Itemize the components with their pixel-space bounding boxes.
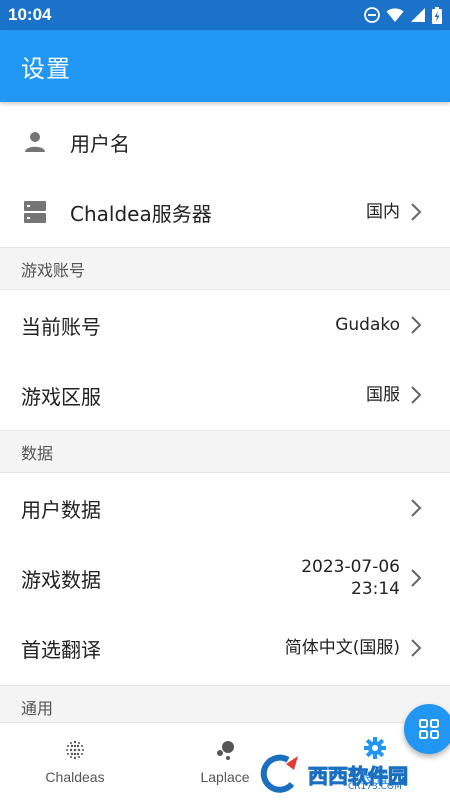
- user-data-row[interactable]: 用户数据: [0, 473, 450, 543]
- server-icon: [22, 199, 48, 225]
- person-icon: [22, 129, 48, 155]
- watermark-subtext: CR173.COM: [348, 782, 402, 792]
- status-icons: [364, 6, 442, 24]
- chevron-right-icon: [411, 386, 422, 404]
- preferred-translation-value: 简体中文(国服): [284, 638, 400, 658]
- app-bar: 设置: [0, 30, 450, 102]
- nav-label-laplace: Laplace: [200, 769, 250, 785]
- game-data-value: 2023-07-06 23:14: [301, 556, 400, 600]
- signal-icon: [411, 8, 425, 22]
- section-header-data: 数据: [0, 430, 450, 473]
- game-region-value: 国服: [366, 385, 400, 405]
- game-region-row[interactable]: 游戏区服 国服: [0, 360, 450, 430]
- server-label: Chaldea服务器: [70, 201, 212, 226]
- chevron-right-icon: [411, 569, 422, 587]
- grid-icon: [419, 719, 439, 739]
- chevron-right-icon: [411, 639, 422, 657]
- server-row[interactable]: Chaldea服务器 国内: [0, 177, 450, 247]
- server-value: 国内: [366, 202, 400, 222]
- do-not-disturb-icon: [364, 7, 380, 23]
- game-data-label: 游戏数据: [21, 567, 101, 592]
- battery-charging-icon: [432, 6, 442, 24]
- current-account-row[interactable]: 当前账号 Gudako: [0, 290, 450, 360]
- nav-item-chaldeas[interactable]: Chaldeas: [0, 723, 150, 800]
- wifi-icon: [386, 8, 404, 22]
- status-bar: 10:04: [0, 0, 450, 30]
- current-account-value: Gudako: [335, 315, 400, 335]
- chevron-right-icon: [411, 203, 422, 221]
- laplace-bubbles-icon: [217, 741, 234, 760]
- game-data-row[interactable]: 游戏数据 2023-07-06 23:14: [0, 543, 450, 613]
- watermark-logo-icon: [260, 754, 298, 793]
- chaldeas-globe-icon: [66, 740, 84, 760]
- status-time: 10:04: [8, 5, 52, 24]
- page-title: 设置: [21, 54, 71, 83]
- username-row[interactable]: 用户名: [0, 107, 450, 177]
- watermark: 西西软件园 CR173.COM: [258, 752, 450, 796]
- current-account-label: 当前账号: [21, 314, 101, 339]
- game-region-label: 游戏区服: [21, 384, 101, 409]
- chevron-right-icon: [411, 499, 422, 517]
- preferred-translation-row[interactable]: 首选翻译 简体中文(国服): [0, 613, 450, 683]
- preferred-translation-label: 首选翻译: [21, 637, 101, 662]
- section-header-general: 通用: [0, 685, 450, 722]
- nav-label-chaldeas: Chaldeas: [45, 769, 105, 785]
- game-data-time: 23:14: [351, 579, 400, 599]
- settings-list[interactable]: 用户名 Chaldea服务器 国内 游戏账号 当前账号 Gudako 游戏区服 …: [0, 102, 450, 722]
- user-data-label: 用户数据: [21, 497, 101, 522]
- game-data-date: 2023-07-06: [301, 557, 400, 577]
- chevron-right-icon: [411, 316, 422, 334]
- grid-fab-button[interactable]: [404, 704, 450, 754]
- section-header-game-account: 游戏账号: [0, 247, 450, 290]
- username-label: 用户名: [70, 131, 130, 156]
